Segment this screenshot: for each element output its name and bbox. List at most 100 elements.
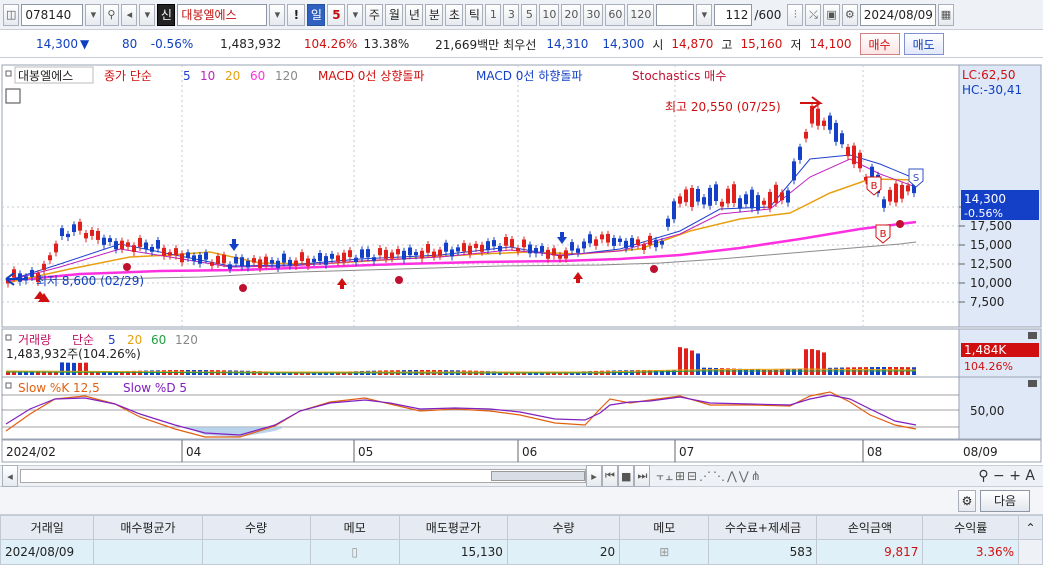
go-end-icon[interactable]: ⏭ xyxy=(634,465,651,487)
interval-1-button[interactable]: 1 xyxy=(485,3,502,26)
stop-icon[interactable]: ■ xyxy=(618,465,635,487)
interval-30-button[interactable]: 30 xyxy=(583,3,604,26)
count-max-label: /600 xyxy=(754,7,782,22)
col-pnl[interactable]: 손익금액 xyxy=(816,515,924,540)
period-week-button[interactable]: 주 xyxy=(365,3,384,26)
grid-toolbar: ⚙ 다음 xyxy=(0,487,1043,515)
memo-add-icon[interactable]: ⊞ xyxy=(619,539,710,565)
price-change-rate: -0.56% xyxy=(150,37,194,51)
current-price-axis: 14,300 xyxy=(964,192,1006,206)
chart-scrollbar: ◂ ▸ ⏮ ■ ⏭ ⫟⫠⊞⊟⋰⋱⋀⋁⋔ ⚲ − + A xyxy=(0,465,1043,487)
scroll-thumb[interactable] xyxy=(491,471,585,481)
custom-interval-input[interactable] xyxy=(656,3,695,26)
chevron-down-icon[interactable]: ▾ xyxy=(85,3,102,26)
table-row[interactable]: 2024/08/09 ▯ 15,130 20 ⊞ 583 9,817 3.36% xyxy=(0,539,1043,565)
stock-code-input[interactable]: 078140 xyxy=(21,3,84,26)
scroll-right-icon[interactable]: ▸ xyxy=(586,465,602,487)
svg-text:종가 단순: 종가 단순 xyxy=(104,69,152,83)
memo-icon[interactable]: ▯ xyxy=(309,539,400,565)
chevron-down-icon[interactable]: ▾ xyxy=(696,3,713,26)
credit-badge: 신 xyxy=(157,3,176,26)
col-buy-avg[interactable]: 매수평균가 xyxy=(93,515,203,540)
col-buy-qty[interactable]: 수량 xyxy=(201,515,311,540)
chevron-down-icon[interactable]: ▾ xyxy=(347,3,364,26)
col-trade-date[interactable]: 거래일 xyxy=(0,515,95,540)
interval-120-button[interactable]: 120 xyxy=(627,3,655,26)
quote-bar: 14,300 ▼ 80 -0.56% 1,483,932 104.26% 13.… xyxy=(0,31,1043,58)
svg-text:거래량: 거래량 xyxy=(18,333,51,347)
date-tick-label: 08 xyxy=(867,445,882,459)
stock-name-field[interactable]: 대봉엘에스 xyxy=(177,3,268,26)
interval-60-button[interactable]: 60 xyxy=(605,3,626,26)
bid-price: 14,300 xyxy=(602,37,645,51)
svg-text:120: 120 xyxy=(175,333,198,347)
svg-text:1,483,932주(104.26%): 1,483,932주(104.26%) xyxy=(6,347,141,361)
zoom-controls[interactable]: ⚲ − + A xyxy=(978,468,1035,484)
chevron-down-icon[interactable]: ▾ xyxy=(139,3,156,26)
date-tick-label: 2024/02 xyxy=(6,445,56,459)
col-fee[interactable]: 수수료+제세금 xyxy=(708,515,818,540)
window-icon[interactable]: ◫ xyxy=(3,3,20,26)
calendar-icon[interactable]: ▦ xyxy=(937,3,955,26)
scroll-up-icon[interactable]: ⌃ xyxy=(1018,515,1043,540)
interval-5-button[interactable]: 5 xyxy=(521,3,538,26)
stock-chart[interactable]: 20,00017,50015,00012,50010,0007,500 최고 2… xyxy=(0,59,1043,465)
save-icon[interactable]: ▣ xyxy=(823,3,840,26)
chevron-down-icon[interactable]: ▾ xyxy=(269,3,286,26)
date-input[interactable]: 2024/08/09 xyxy=(859,3,936,26)
volume-value: 1,483,932 xyxy=(220,37,282,51)
gear-icon[interactable]: ⚙ xyxy=(958,489,976,512)
chart-type-icon[interactable]: ⫶ xyxy=(787,3,804,26)
gear-icon[interactable]: ⚙ xyxy=(841,3,858,26)
alert-button[interactable]: ! xyxy=(287,3,306,26)
period-minute-button[interactable]: 분 xyxy=(425,3,444,26)
interval-20-button[interactable]: 20 xyxy=(561,3,582,26)
period-year-button[interactable]: 년 xyxy=(405,3,424,26)
col-sell-memo[interactable]: 메모 xyxy=(619,515,710,540)
svg-text:60: 60 xyxy=(151,333,166,347)
svg-text:Stochastics 매수: Stochastics 매수 xyxy=(632,69,726,83)
price-tick-label: 15,000 xyxy=(970,238,1012,252)
count-input[interactable]: 112 xyxy=(714,3,753,26)
scroll-track[interactable] xyxy=(20,469,586,483)
next-button[interactable]: 다음 xyxy=(980,489,1030,512)
cell-pnl: 9,817 xyxy=(816,539,924,565)
scroll-left-icon[interactable]: ◂ xyxy=(2,465,18,487)
cell-buy-qty xyxy=(201,539,311,565)
period-second-button[interactable]: 초 xyxy=(445,3,464,26)
panel-menu-icon[interactable] xyxy=(1028,380,1037,387)
go-start-icon[interactable]: ⏮ xyxy=(602,465,618,487)
drawing-tool-icon[interactable]: ⤯ xyxy=(805,3,822,26)
cell-trade-date: 2024/08/09 xyxy=(0,539,95,565)
search-icon[interactable]: ⚲ xyxy=(103,3,120,26)
low-price: 14,100 xyxy=(809,37,852,51)
col-buy-memo[interactable]: 메모 xyxy=(309,515,400,540)
svg-text:60: 60 xyxy=(250,69,265,83)
open-label: 시 xyxy=(652,37,664,52)
col-sell-qty[interactable]: 수량 xyxy=(506,515,621,540)
period-month-button[interactable]: 월 xyxy=(385,3,404,26)
svg-text:Slow %D 5: Slow %D 5 xyxy=(123,381,187,395)
period-tick-button[interactable]: 틱 xyxy=(465,3,484,26)
svg-text:B: B xyxy=(871,181,878,192)
panel-menu-icon[interactable] xyxy=(1028,332,1037,339)
col-sell-avg[interactable]: 매도평균가 xyxy=(398,515,508,540)
price-change: 80 xyxy=(121,37,138,51)
interval-10-button[interactable]: 10 xyxy=(539,3,560,26)
svg-text:S: S xyxy=(913,173,919,184)
interval-3-button[interactable]: 3 xyxy=(503,3,520,26)
high-annotation: 최고 20,550 (07/25) xyxy=(665,100,781,114)
low-annotation: 최저 8,600 (02/29) xyxy=(36,274,144,288)
speaker-icon[interactable]: ◂ xyxy=(121,3,138,26)
buy-button[interactable]: 매수 xyxy=(859,33,900,55)
period-day-button[interactable]: 일 xyxy=(307,3,326,26)
sell-button[interactable]: 매도 xyxy=(903,33,944,55)
date-tick-label: 07 xyxy=(679,445,694,459)
col-return[interactable]: 수익률 xyxy=(922,515,1019,540)
ask-price: 14,310 xyxy=(546,37,589,51)
period-num-button[interactable]: 5 xyxy=(327,3,346,26)
date-tick-label: 06 xyxy=(522,445,537,459)
best-quote-label: 최우선 xyxy=(503,37,537,52)
drawing-tools-icon[interactable]: ⫟⫠⊞⊟⋰⋱⋀⋁⋔ xyxy=(656,469,762,484)
svg-text:10: 10 xyxy=(200,69,215,83)
